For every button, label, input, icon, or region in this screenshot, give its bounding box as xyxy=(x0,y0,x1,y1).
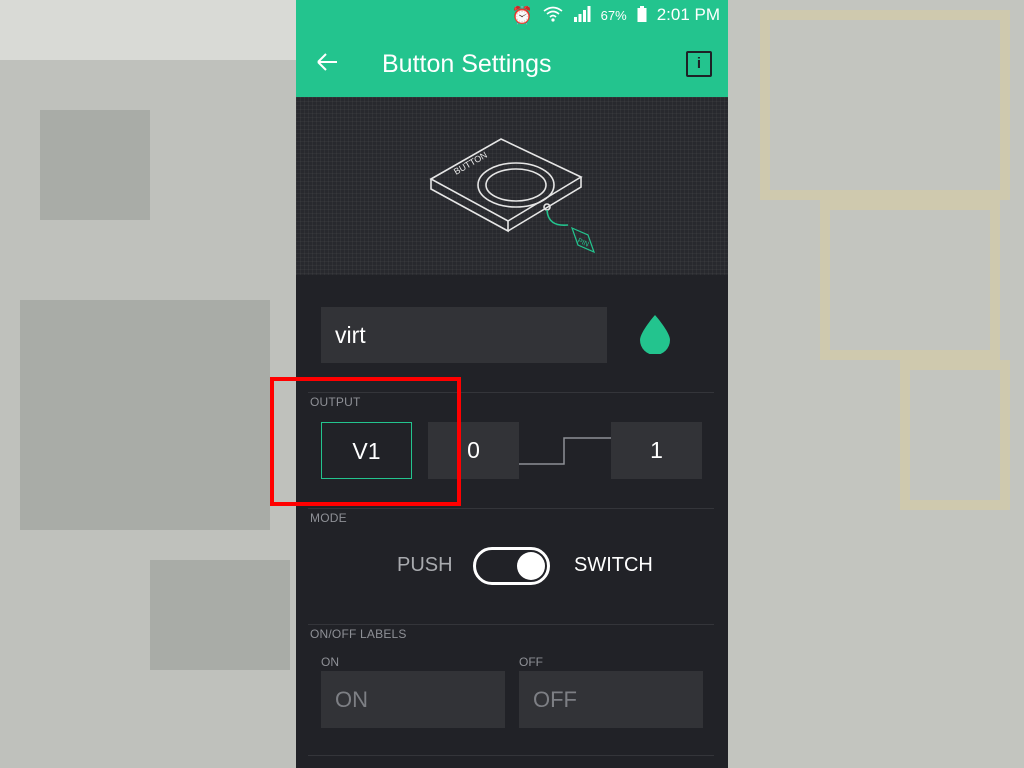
off-label-caption: OFF xyxy=(519,655,543,669)
arrow-left-icon[interactable] xyxy=(316,46,338,80)
on-label-input[interactable]: ON xyxy=(321,671,505,728)
info-button[interactable]: i xyxy=(686,51,712,77)
app-bar: Button Settings i xyxy=(296,30,728,97)
mode-push-label[interactable]: PUSH xyxy=(397,554,453,577)
output-high-value[interactable]: 1 xyxy=(611,422,702,479)
widget-name-input[interactable]: virt xyxy=(321,307,607,363)
divider xyxy=(308,624,714,625)
page-title: Button Settings xyxy=(382,50,552,78)
highlight-box xyxy=(270,377,461,506)
status-bar: ⏰ 67% 2:01 PM xyxy=(296,0,728,30)
off-label-input[interactable]: OFF xyxy=(519,671,703,728)
divider xyxy=(308,755,714,756)
mode-toggle[interactable] xyxy=(473,547,550,585)
battery-percent: 67% xyxy=(600,7,627,23)
clock: 2:01 PM xyxy=(656,5,720,24)
wifi-icon xyxy=(543,6,563,25)
toggle-knob xyxy=(517,552,545,580)
divider xyxy=(308,508,714,509)
battery-icon xyxy=(637,5,647,25)
signal-icon xyxy=(573,5,591,25)
mode-section-label: MODE xyxy=(310,511,347,525)
on-label-caption: ON xyxy=(321,655,339,669)
droplet-icon[interactable] xyxy=(639,314,671,354)
alarm-icon: ⏰ xyxy=(511,5,533,25)
widget-illustration: BUTTON PIN xyxy=(296,97,728,275)
mode-switch-label[interactable]: SWITCH xyxy=(574,554,653,577)
labels-section-label: ON/OFF LABELS xyxy=(310,627,407,641)
output-range-connector xyxy=(519,437,611,465)
